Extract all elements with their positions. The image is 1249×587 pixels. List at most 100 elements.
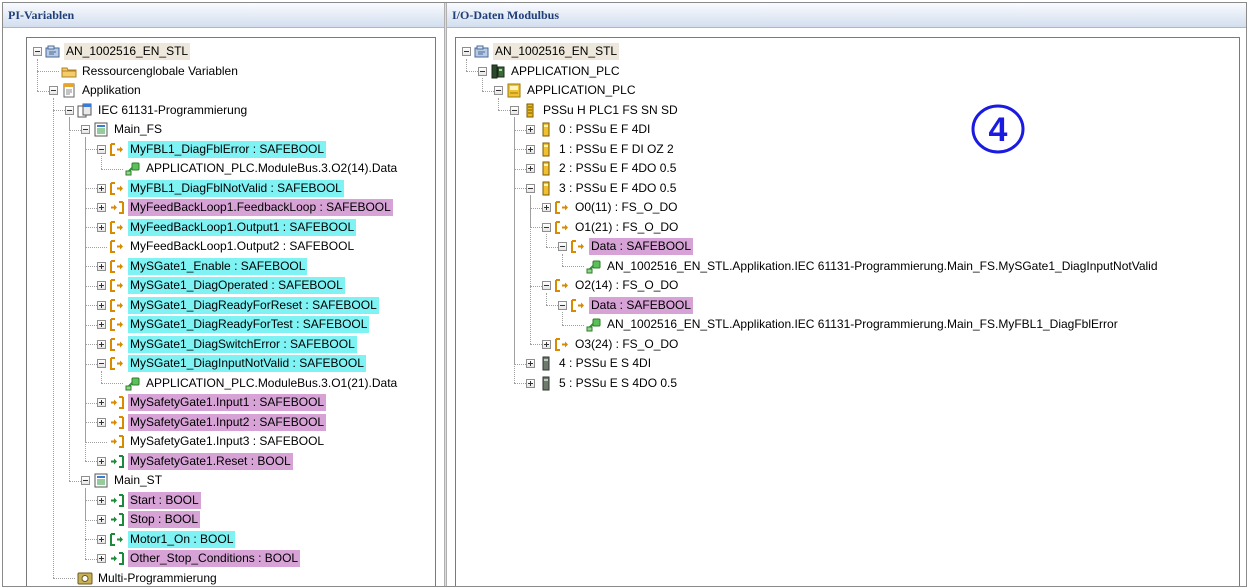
expand-icon[interactable]: [97, 456, 106, 466]
io-data-tree-node-label[interactable]: O1(21) : FS_O_DO: [573, 219, 680, 236]
pi-variable-tree-node[interactable]: APPLICATION_PLC.ModuleBus.3.O2(14).Data: [113, 159, 399, 178]
collapse-icon[interactable]: [97, 359, 106, 368]
io-data-tree-node[interactable]: O1(21) : FS_O_DO: [542, 218, 680, 237]
pi-variable-tree-node-label[interactable]: MySGate1_DiagInputNotValid : SAFEBOOL: [128, 355, 366, 372]
expand-icon[interactable]: [97, 261, 106, 271]
io-data-tree-node[interactable]: APPLICATION_PLC: [478, 62, 621, 81]
pi-variable-tree-node[interactable]: MyFeedBackLoop1.FeedbackLoop : SAFEBOOL: [97, 198, 393, 217]
expand-icon[interactable]: [97, 398, 106, 407]
collapse-icon[interactable]: [558, 300, 567, 310]
pi-variable-tree-node-label[interactable]: AN_1002516_EN_STL: [64, 43, 191, 60]
pi-variable-tree-node-label[interactable]: MySafetyGate1.Reset : BOOL: [128, 452, 293, 470]
pi-variable-tree-node[interactable]: Start : BOOL: [97, 491, 201, 510]
expand-icon[interactable]: [526, 359, 535, 368]
io-data-tree-node-label[interactable]: APPLICATION_PLC: [525, 82, 637, 99]
pi-variable-tree-node[interactable]: MySafetyGate1.Reset : BOOL: [97, 452, 293, 471]
collapse-icon[interactable]: [494, 86, 503, 95]
io-data-tree-node-label[interactable]: AN_1002516_EN_STL: [493, 43, 620, 60]
io-data-tree-node[interactable]: O2(14) : FS_O_DO: [542, 276, 680, 295]
pi-variable-tree-node[interactable]: Applikation: [49, 81, 143, 100]
expand-icon[interactable]: [97, 281, 106, 290]
collapse-icon[interactable]: [33, 47, 42, 56]
io-data-tree-node[interactable]: 2 : PSSu E F 4DO 0.5: [526, 159, 678, 178]
pi-variable-tree-node[interactable]: APPLICATION_PLC.ModuleBus.3.O1(21).Data: [113, 374, 399, 393]
io-data-tree-node[interactable]: O0(11) : FS_O_DO: [542, 198, 679, 217]
pi-variable-tree-node-label[interactable]: MySafetyGate1.Input3 : SAFEBOOL: [128, 433, 326, 450]
pi-variable-tree-node-label[interactable]: MySGate1_DiagReadyForReset : SAFEBOOL: [128, 296, 379, 314]
io-data-tree-node-label[interactable]: 5 : PSSu E S 4DO 0.5: [557, 375, 679, 392]
collapse-icon[interactable]: [49, 86, 58, 95]
io-data-tree-node-label[interactable]: APPLICATION_PLC: [509, 63, 621, 80]
expand-icon[interactable]: [97, 320, 106, 329]
io-data-tree-node[interactable]: 5 : PSSu E S 4DO 0.5: [526, 374, 679, 393]
pi-variable-tree-node[interactable]: Multi-Programmierung: [65, 569, 219, 587]
pi-variable-tree-node-label[interactable]: MyFBL1_DiagFblNotValid : SAFEBOOL: [128, 179, 344, 197]
io-data-tree-node[interactable]: AN_1002516_EN_STL: [462, 42, 620, 61]
io-data-tree-node-label[interactable]: Data : SAFEBOOL: [589, 238, 694, 255]
pi-variable-tree-node[interactable]: MySGate1_DiagReadyForTest : SAFEBOOL: [97, 315, 370, 334]
expand-icon[interactable]: [97, 417, 106, 427]
pi-variable-tree-node-label[interactable]: MySGate1_DiagReadyForTest : SAFEBOOL: [128, 316, 370, 333]
pi-variable-tree-node[interactable]: MyFeedBackLoop1.Output1 : SAFEBOOL: [97, 218, 357, 237]
expand-icon[interactable]: [526, 144, 535, 154]
io-data-tree-node[interactable]: Data : SAFEBOOL: [558, 296, 694, 315]
pi-variable-tree-node[interactable]: IEC 61131-Programmierung: [65, 101, 249, 120]
io-data-tree-node[interactable]: 4 : PSSu E S 4DI: [526, 354, 653, 373]
io-data-tree-node-label[interactable]: 3 : PSSu E F 4DO 0.5: [557, 180, 678, 197]
io-data-tree-node[interactable]: O3(24) : FS_O_DO: [542, 335, 680, 354]
pi-variable-tree-node[interactable]: Other_Stop_Conditions : BOOL: [97, 549, 301, 568]
io-data-tree-node[interactable]: 0 : PSSu E F 4DI: [526, 120, 652, 139]
pi-variable-tree-node-label[interactable]: IEC 61131-Programmierung: [96, 102, 249, 119]
pi-variable-tree-node[interactable]: Stop : BOOL: [97, 510, 201, 529]
pi-variable-tree-node[interactable]: MyFeedBackLoop1.Output2 : SAFEBOOL: [97, 237, 356, 256]
pi-variable-tree-node[interactable]: MySGate1_DiagSwitchError : SAFEBOOL: [97, 335, 357, 354]
pi-variable-tree-node-label[interactable]: MySGate1_DiagSwitchError : SAFEBOOL: [128, 335, 357, 353]
expand-icon[interactable]: [526, 378, 535, 388]
io-data-tree-node[interactable]: Data : SAFEBOOL: [558, 237, 694, 256]
expand-icon[interactable]: [97, 203, 106, 212]
pi-variable-tree-node-label[interactable]: APPLICATION_PLC.ModuleBus.3.O2(14).Data: [144, 160, 399, 177]
io-data-tree-node-label[interactable]: O0(11) : FS_O_DO: [573, 199, 679, 216]
pi-variable-tree-node[interactable]: MyFBL1_DiagFblNotValid : SAFEBOOL: [97, 179, 344, 198]
expand-icon[interactable]: [97, 515, 106, 524]
expand-icon[interactable]: [542, 203, 551, 212]
pi-variable-tree-node[interactable]: Main_ST: [81, 471, 164, 490]
io-data-tree-node-label[interactable]: 2 : PSSu E F 4DO 0.5: [557, 160, 678, 177]
io-data-tree-node[interactable]: 3 : PSSu E F 4DO 0.5: [526, 179, 678, 198]
expand-icon[interactable]: [97, 222, 106, 232]
pi-variable-tree-node-label[interactable]: Main_ST: [112, 472, 164, 489]
expand-icon[interactable]: [97, 300, 106, 310]
pi-variable-tree-node-label[interactable]: MySGate1_DiagOperated : SAFEBOOL: [128, 277, 345, 294]
expand-icon[interactable]: [542, 339, 551, 349]
io-data-tree-node[interactable]: 1 : PSSu E F DI OZ 2: [526, 140, 676, 159]
pi-variable-tree-node[interactable]: MySafetyGate1.Input3 : SAFEBOOL: [97, 432, 326, 451]
expand-icon[interactable]: [97, 339, 106, 349]
io-data-tree-node-label[interactable]: 1 : PSSu E F DI OZ 2: [557, 141, 676, 158]
io-data-tree-node[interactable]: AN_1002516_EN_STL.Applikation.IEC 61131-…: [574, 257, 1160, 276]
expand-icon[interactable]: [97, 554, 106, 563]
pi-variable-tree-node[interactable]: MySafetyGate1.Input1 : SAFEBOOL: [97, 393, 327, 412]
io-data-tree-node-label[interactable]: O2(14) : FS_O_DO: [573, 277, 680, 294]
collapse-icon[interactable]: [97, 144, 106, 154]
pi-variable-tree-node[interactable]: Ressourcenglobale Variablen: [49, 62, 240, 81]
io-data-tree-node[interactable]: APPLICATION_PLC: [494, 81, 637, 100]
pi-variable-tree-node[interactable]: AN_1002516_EN_STL: [33, 42, 191, 61]
io-data-tree-node-label[interactable]: 0 : PSSu E F 4DI: [557, 121, 652, 138]
collapse-icon[interactable]: [65, 105, 74, 115]
collapse-icon[interactable]: [81, 125, 90, 134]
pi-variable-tree-node[interactable]: Main_FS: [81, 120, 164, 139]
io-data-tree-node-label[interactable]: PSSu H PLC1 FS SN SD: [541, 102, 680, 119]
pi-variable-tree-node[interactable]: MySGate1_DiagReadyForReset : SAFEBOOL: [97, 296, 379, 315]
pi-variable-tree-node-label[interactable]: Ressourcenglobale Variablen: [80, 63, 240, 80]
collapse-icon[interactable]: [526, 183, 535, 193]
io-data-tree-node-label[interactable]: AN_1002516_EN_STL.Applikation.IEC 61131-…: [605, 316, 1120, 333]
pi-variable-tree-node-label[interactable]: MyFBL1_DiagFblError : SAFEBOOL: [128, 140, 327, 158]
pi-variable-tree-node-label[interactable]: MyFeedBackLoop1.FeedbackLoop : SAFEBOOL: [128, 199, 393, 216]
pi-variable-tree-node[interactable]: MySGate1_Enable : SAFEBOOL: [97, 257, 308, 276]
collapse-icon[interactable]: [478, 66, 487, 76]
pi-variable-tree-node-label[interactable]: MySafetyGate1.Input1 : SAFEBOOL: [128, 394, 327, 411]
collapse-icon[interactable]: [558, 242, 567, 251]
io-data-tree-node[interactable]: AN_1002516_EN_STL.Applikation.IEC 61131-…: [574, 315, 1120, 334]
expand-icon[interactable]: [97, 183, 106, 193]
pi-variable-tree-node-label[interactable]: Stop : BOOL: [128, 511, 201, 528]
